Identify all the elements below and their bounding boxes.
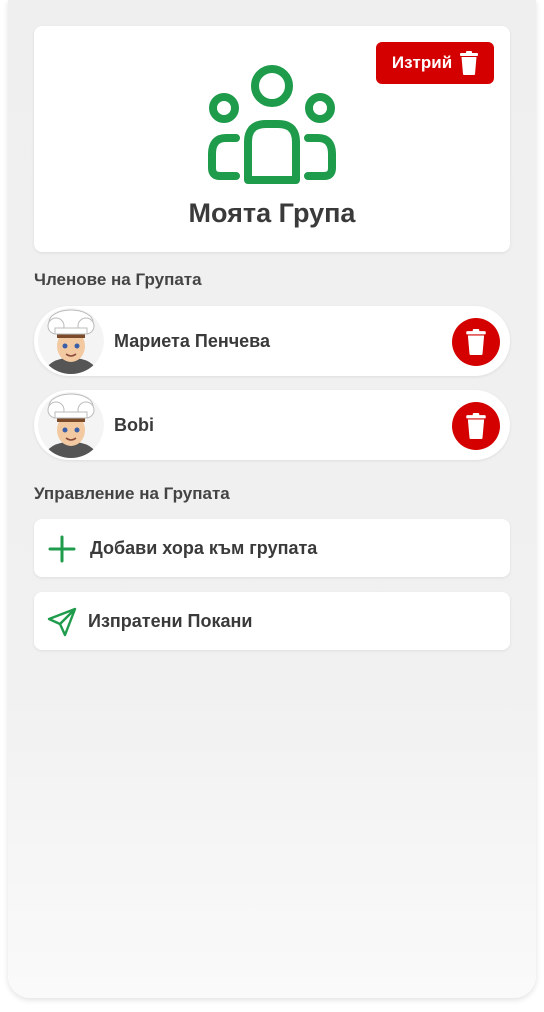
trash-icon: [466, 413, 486, 439]
sent-invites-button[interactable]: Изпратени Покани: [34, 592, 510, 650]
member-row: Мариета Пенчева: [34, 306, 510, 376]
avatar: [38, 308, 104, 374]
group-title: Моята Група: [188, 198, 356, 228]
send-icon: [47, 607, 77, 637]
delete-group-button[interactable]: Изтрий: [376, 42, 494, 84]
member-row: Bobi: [34, 390, 510, 460]
add-people-button[interactable]: Добави хора към групата: [34, 519, 510, 577]
trash-icon: [460, 51, 479, 75]
sent-invites-label: Изпратени Покани: [88, 611, 253, 631]
group-card: Изтрий Моята Група: [34, 26, 510, 252]
avatar: [38, 392, 104, 458]
trash-icon: [466, 329, 486, 355]
plus-icon: [48, 535, 76, 563]
management-section-title: Управление на Групата: [34, 484, 230, 503]
group-icon: [208, 65, 336, 184]
remove-member-button[interactable]: [452, 318, 500, 366]
member-name: Мариета Пенчева: [114, 331, 271, 351]
delete-group-label: Изтрий: [391, 53, 453, 72]
app-screen: Изтрий Моята Група Членове на Групата Ма…: [8, 0, 536, 998]
members-section-title: Членове на Групата: [34, 270, 202, 289]
remove-member-button[interactable]: [452, 402, 500, 450]
member-name: Bobi: [114, 415, 154, 435]
add-people-label: Добави хора към групата: [90, 538, 318, 558]
